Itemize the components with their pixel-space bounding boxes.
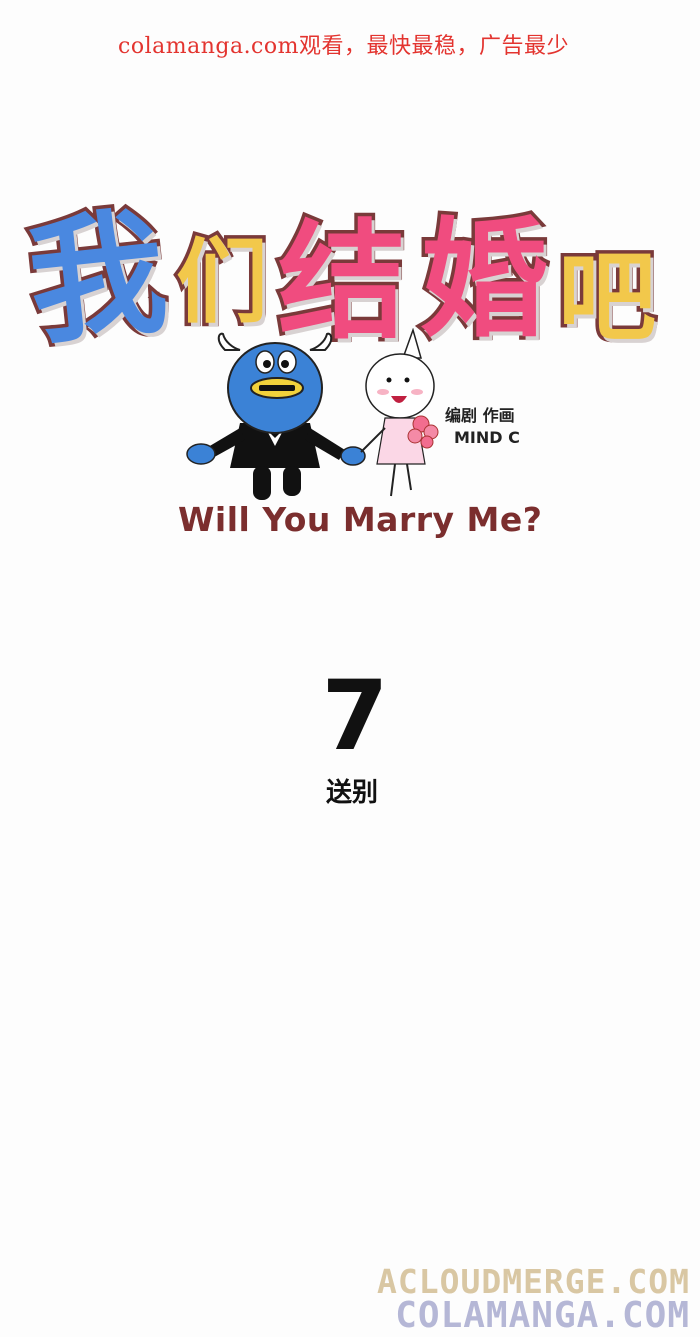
blue-monster-character (186, 332, 366, 500)
credits-author: MIND C (454, 428, 520, 447)
watermark-colamanga: COLAMANGA.COM (395, 1295, 690, 1336)
english-subtitle: Will You Marry Me? (178, 500, 543, 539)
site-banner: colamanga.com观看，最快最稳，广告最少 (118, 34, 569, 59)
title-char: 们 (172, 226, 271, 340)
couple-illustration (186, 328, 439, 500)
credits-role: 编剧 作画 (445, 406, 515, 425)
credits: 编剧 作画 MIND C (445, 405, 520, 449)
chapter-number: 7 (321, 660, 389, 772)
comic-title: 我 们 结 婚 吧 (18, 160, 678, 368)
title-char: 我 (18, 190, 177, 368)
chapter-title: 送别 (325, 778, 378, 808)
title-char: 吧 (554, 238, 659, 359)
white-girl-character (360, 328, 439, 497)
